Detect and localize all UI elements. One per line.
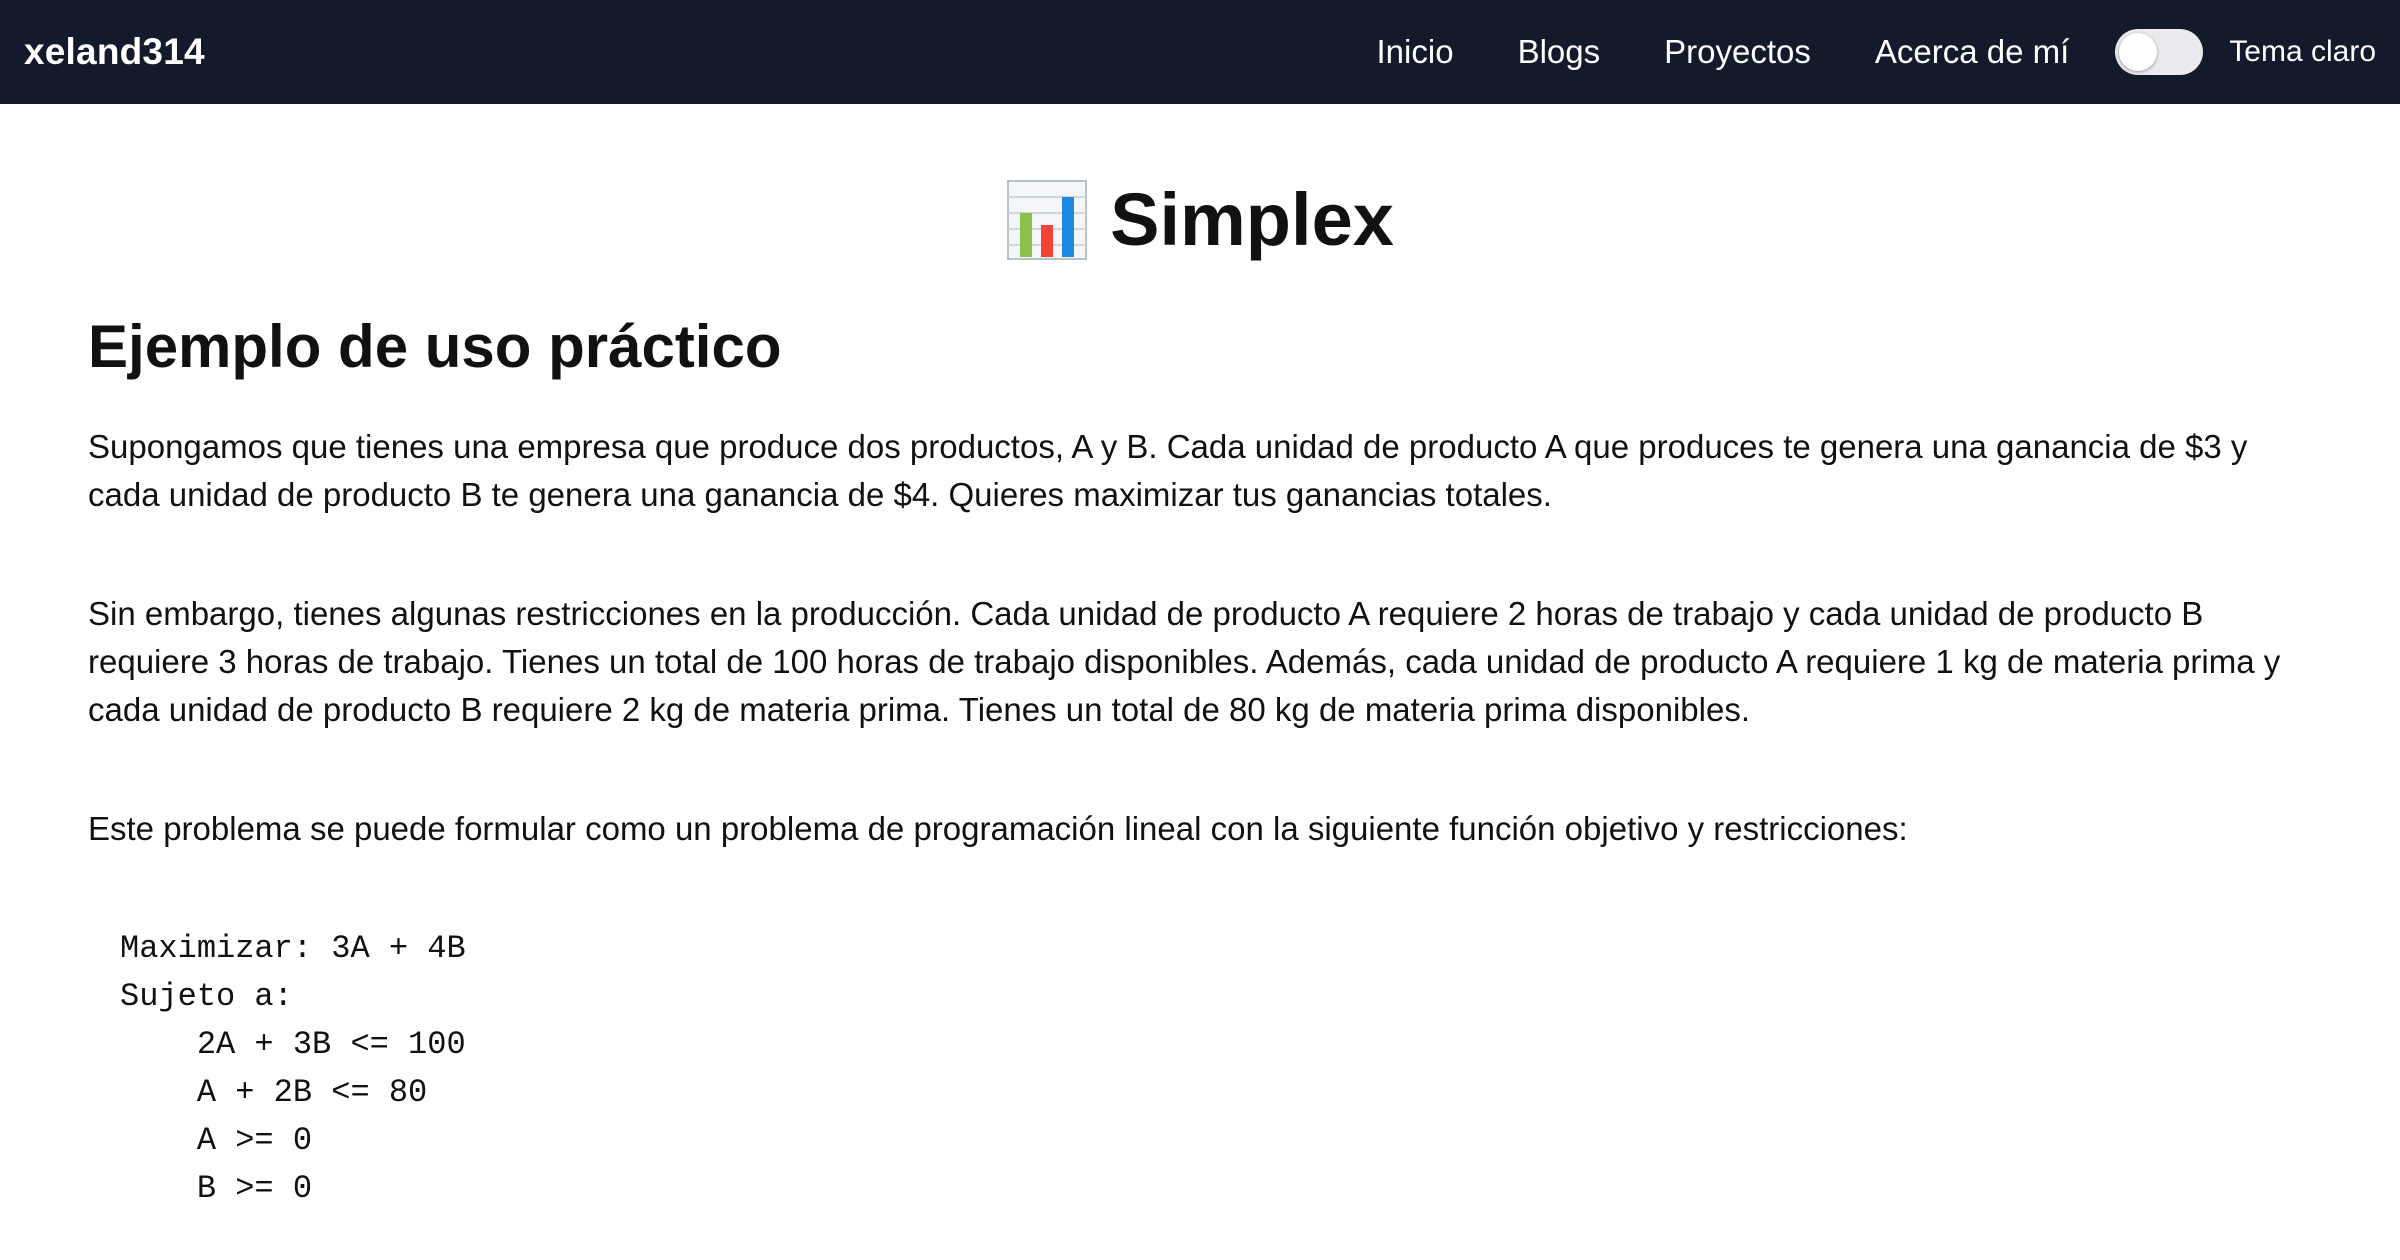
theme-toggle[interactable]: Tema claro: [2115, 29, 2376, 75]
nav-link-inicio[interactable]: Inicio: [1377, 33, 1454, 71]
code-block: Maximizar: 3A + 4B Sujeto a: 2A + 3B <= …: [120, 929, 466, 1207]
bar-chart-icon: [1007, 180, 1088, 261]
top-navbar: xeland314 Inicio Blogs Proyectos Acerca …: [0, 0, 2400, 104]
paragraph-3: Este problema se puede formular como un …: [88, 809, 1908, 847]
paragraph-2: Sin embargo, tienes algunas restriccione…: [88, 594, 2281, 728]
main-content: Simplex Ejemplo de uso práctico Supongam…: [0, 176, 2400, 1213]
section-heading: Ejemplo de uso práctico: [88, 312, 782, 380]
nav-link-acerca[interactable]: Acerca de mí: [1875, 33, 2069, 71]
theme-switch[interactable]: [2115, 29, 2204, 75]
page-title: Simplex: [88, 176, 2312, 265]
nav-menu: Inicio Blogs Proyectos Acerca de mí Tema…: [1377, 29, 2376, 75]
nav-link-blogs[interactable]: Blogs: [1518, 33, 1601, 71]
theme-label: Tema claro: [2229, 35, 2376, 68]
page-title-text: Simplex: [1110, 178, 1394, 261]
brand-logo[interactable]: xeland314: [24, 31, 205, 73]
switch-knob: [2119, 33, 2158, 71]
nav-link-proyectos[interactable]: Proyectos: [1664, 33, 1811, 71]
paragraph-1: Supongamos que tienes una empresa que pr…: [88, 427, 2248, 513]
